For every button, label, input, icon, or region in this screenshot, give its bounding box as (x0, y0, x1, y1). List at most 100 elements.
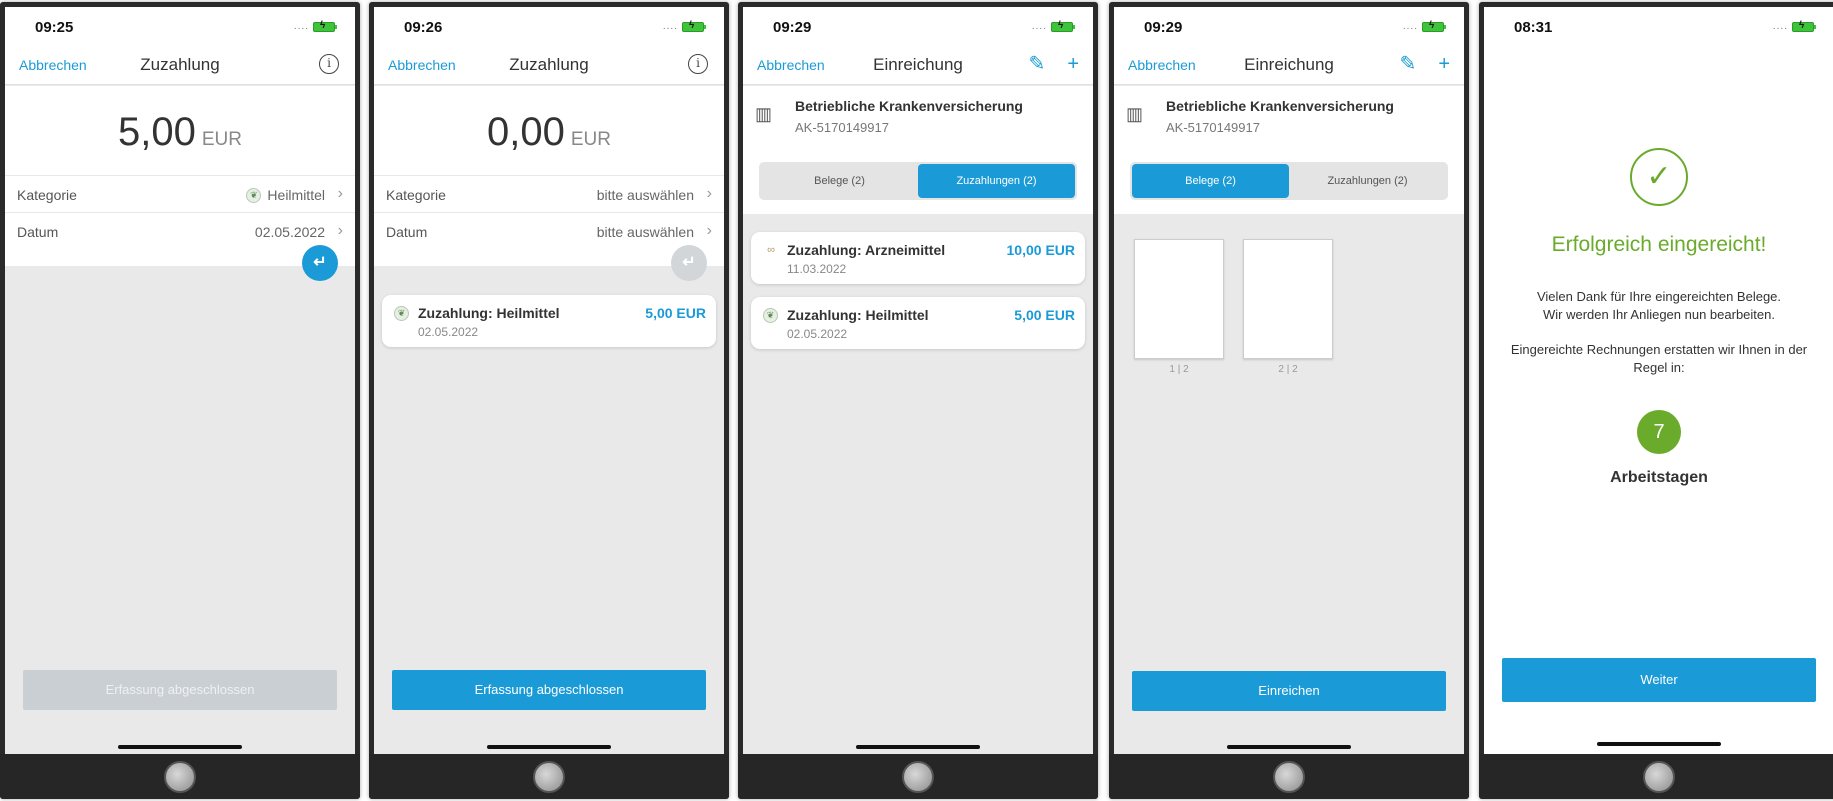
glasses-icon: ∞ (767, 244, 775, 256)
add-icon[interactable]: + (1067, 53, 1079, 75)
info-icon[interactable]: i (319, 54, 339, 74)
amount-currency: EUR (570, 129, 611, 150)
page-title: Zuzahlung (509, 55, 589, 74)
insurer-id: AK-5170149917 (795, 120, 889, 135)
signal-icon: .... (293, 21, 309, 32)
return-icon[interactable]: ↵ (302, 245, 338, 281)
amount-value: 0,00 (487, 110, 565, 154)
nav-bar: Abbrechen Zuzahlung i (374, 45, 724, 85)
leaf-icon: ❦ (394, 306, 409, 321)
capture-done-button[interactable]: Erfassung abgeschlossen (392, 670, 706, 710)
status-time: 09:29 (773, 19, 812, 36)
nav-bar: Abbrechen Zuzahlung i (5, 45, 355, 85)
nav-bar: Abbrechen Einreichung ✎ + (743, 45, 1093, 85)
amount-display[interactable]: 0,00 EUR (374, 110, 724, 155)
battery-icon: ϟ (1792, 20, 1816, 32)
submit-button[interactable]: Einreichen (1132, 671, 1446, 711)
chevron-right-icon: › (337, 185, 343, 202)
insurer-id: AK-5170149917 (1166, 120, 1260, 135)
battery-icon: ϟ (682, 20, 706, 32)
phone-screen-1: 09:25 .... ϟ Abbrechen Zuzahlung i 5,00 EU… (0, 2, 360, 799)
tab-zuzahlungen[interactable]: Zuzahlungen (2) (1289, 164, 1446, 198)
home-indicator (1597, 742, 1721, 746)
status-time: 09:29 (1144, 19, 1183, 36)
item-amount: 10,00 EUR (1006, 242, 1075, 258)
date-row[interactable]: Datum 02.05.2022 › (5, 212, 355, 249)
screen: 08:31 .... ϟ ✓ Erfolgreich eingereicht! V… (1484, 7, 1833, 754)
signal-icon: .... (1031, 21, 1047, 32)
phone-screen-5: 08:31 .... ϟ ✓ Erfolgreich eingereicht! V… (1479, 2, 1833, 799)
category-value: Heilmittel (267, 187, 325, 203)
amount-value: 5,00 (118, 110, 196, 154)
date-value: bitte auswählen (596, 224, 694, 240)
insurer-panel: ▥ Betriebliche Krankenversicherung AK-51… (743, 86, 1093, 214)
list-item[interactable]: ❦ Zuzahlung: Heilmittel 02.05.2022 5,00 … (382, 295, 716, 347)
tab-belege[interactable]: Belege (2) (1132, 164, 1289, 198)
home-button[interactable] (1273, 761, 1305, 793)
battery-icon: ϟ (1051, 20, 1075, 32)
home-button[interactable] (533, 761, 565, 793)
edit-pencil-icon[interactable]: ✎ (1400, 53, 1417, 75)
receipt-thumbnail[interactable] (1134, 239, 1224, 359)
insurer-panel: ▥ Betriebliche Krankenversicherung AK-51… (1114, 86, 1464, 214)
info-icon[interactable]: i (688, 54, 708, 74)
amount-display[interactable]: 5,00 EUR (5, 110, 355, 155)
tab-zuzahlungen[interactable]: Zuzahlungen (2) (918, 164, 1075, 198)
list-item[interactable]: ❦ Zuzahlung: Heilmittel 02.05.2022 5,00 … (751, 297, 1085, 349)
page-title: Zuzahlung (140, 55, 220, 74)
home-button[interactable] (164, 761, 196, 793)
return-icon[interactable]: ↵ (671, 245, 707, 281)
amount-currency: EUR (201, 129, 242, 150)
status-time: 09:25 (35, 19, 74, 36)
segmented-control: Belege (2) Zuzahlungen (2) (1130, 162, 1448, 200)
leaf-icon: ❦ (763, 308, 778, 323)
date-label: Datum (17, 224, 59, 240)
date-value: 02.05.2022 (254, 224, 325, 240)
building-icon: ▥ (1126, 104, 1144, 124)
leaf-icon: ❦ (246, 187, 262, 203)
home-button[interactable] (902, 761, 934, 793)
thumbnail-label: 1 | 2 (1169, 364, 1189, 375)
item-title: Zuzahlung: Heilmittel (787, 307, 929, 323)
item-title: Zuzahlung: Arzneimittel (787, 242, 946, 258)
battery-icon: ϟ (1422, 20, 1446, 32)
date-row[interactable]: Datum bitte auswählen › (374, 212, 724, 249)
home-button[interactable] (1643, 761, 1675, 793)
tab-belege[interactable]: Belege (2) (761, 164, 918, 198)
status-bar: 09:25 .... ϟ (5, 7, 355, 45)
add-icon[interactable]: + (1438, 53, 1450, 75)
home-indicator (118, 745, 242, 749)
item-date: 11.03.2022 (787, 262, 847, 276)
refund-text: Eingereichte Rechnungen erstatten wir Ih… (1510, 342, 1808, 375)
item-amount: 5,00 EUR (645, 305, 706, 321)
edit-pencil-icon[interactable]: ✎ (1029, 53, 1046, 75)
list-item[interactable]: ∞ Zuzahlung: Arzneimittel 11.03.2022 10,… (751, 232, 1085, 284)
category-value: bitte auswählen (596, 187, 694, 203)
chevron-right-icon: › (337, 222, 343, 239)
amount-panel: 0,00 EUR Kategorie bitte auswählen › Datu… (374, 86, 724, 266)
category-label: Kategorie (386, 187, 446, 203)
category-row[interactable]: Kategorie ❦ Heilmittel › (5, 175, 355, 212)
capture-done-button[interactable]: Erfassung abgeschlossen (23, 670, 337, 710)
screen: 09:25 .... ϟ Abbrechen Zuzahlung i 5,00 EU… (5, 7, 355, 754)
screen: 09:26 .... ϟ Abbrechen Zuzahlung i 0,00 EU… (374, 7, 724, 754)
phone-screen-2: 09:26 .... ϟ Abbrechen Zuzahlung i 0,00 EU… (369, 2, 729, 799)
insurer-name: Betriebliche Krankenversicherung (795, 98, 1023, 114)
days-label: Arbeitstagen (1610, 469, 1708, 486)
thumbnail-label: 2 | 2 (1278, 364, 1298, 375)
chevron-right-icon: › (706, 222, 712, 239)
status-time: 08:31 (1514, 19, 1553, 36)
receipt-thumbnail[interactable] (1243, 239, 1333, 359)
screen: 09:29 .... ϟ Abbrechen Einreichung ✎ + ▥ … (1114, 7, 1464, 754)
item-date: 02.05.2022 (787, 327, 848, 341)
building-icon: ▥ (755, 104, 773, 124)
continue-button[interactable]: Weiter (1502, 658, 1816, 702)
status-bar: 08:31 .... ϟ (1484, 7, 1833, 45)
category-label: Kategorie (17, 187, 77, 203)
signal-icon: .... (1402, 21, 1418, 32)
item-title: Zuzahlung: Heilmittel (418, 305, 560, 321)
signal-icon: .... (662, 21, 678, 32)
category-row[interactable]: Kategorie bitte auswählen › (374, 175, 724, 212)
signal-icon: .... (1772, 21, 1788, 32)
checkmark-icon: ✓ (1630, 148, 1688, 206)
